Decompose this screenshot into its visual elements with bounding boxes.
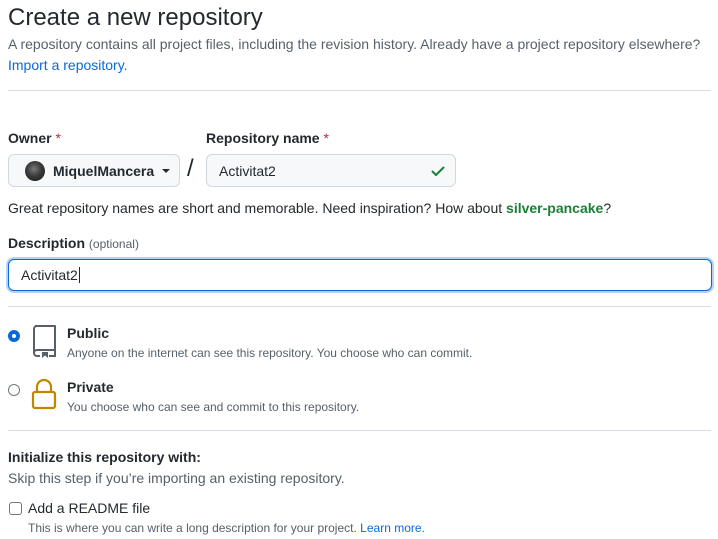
divider — [8, 90, 711, 91]
readme-description: This is where you can write a long descr… — [28, 521, 425, 535]
owner-label: Owner * — [8, 130, 61, 146]
private-radio[interactable] — [8, 384, 20, 396]
description-input[interactable]: Activitat2 — [8, 259, 712, 291]
repository-name-input[interactable]: Activitat2 — [206, 154, 456, 187]
private-title: Private — [67, 379, 114, 395]
avatar — [25, 160, 45, 181]
initialize-title: Initialize this repository with: — [8, 449, 201, 465]
divider — [8, 306, 711, 307]
subtitle-text: A repository contains all project files,… — [8, 36, 701, 52]
learn-more-link[interactable]: Learn more. — [360, 521, 425, 535]
optional-tag: (optional) — [88, 237, 139, 251]
lock-icon — [31, 378, 57, 410]
repository-name-value: Activitat2 — [219, 162, 276, 179]
check-icon — [431, 166, 445, 176]
description-value: Activitat2 — [21, 267, 78, 283]
public-title: Public — [67, 325, 110, 341]
repository-name-label: Repository name * — [206, 130, 329, 146]
triangle-down-icon — [162, 168, 171, 173]
import-repository-link[interactable]: Import a repository. — [8, 57, 128, 73]
divider — [8, 430, 711, 431]
readme-label[interactable]: Add a README file — [28, 500, 150, 516]
required-mark: * — [55, 130, 61, 146]
private-description: You choose who can see and commit to thi… — [67, 400, 360, 414]
required-mark: * — [323, 130, 329, 146]
readme-checkbox[interactable] — [9, 502, 22, 515]
repo-icon — [33, 325, 56, 358]
page-title: Create a new repository — [8, 4, 263, 31]
repository-name-hint: Great repository names are short and mem… — [8, 200, 612, 216]
description-label: Description (optional) — [8, 235, 139, 251]
text-cursor — [78, 267, 80, 283]
public-radio[interactable] — [8, 330, 20, 342]
owner-repo-separator: / — [187, 155, 194, 182]
initialize-subtitle: Skip this step if you’re importing an ex… — [8, 470, 345, 486]
page-subtitle: A repository contains all project files,… — [8, 34, 713, 76]
suggested-name-link[interactable]: silver-pancake — [506, 200, 603, 216]
owner-dropdown-button[interactable]: MiquelMancera — [8, 154, 180, 187]
owner-name: MiquelMancera — [53, 162, 155, 179]
public-description: Anyone on the internet can see this repo… — [67, 346, 473, 360]
